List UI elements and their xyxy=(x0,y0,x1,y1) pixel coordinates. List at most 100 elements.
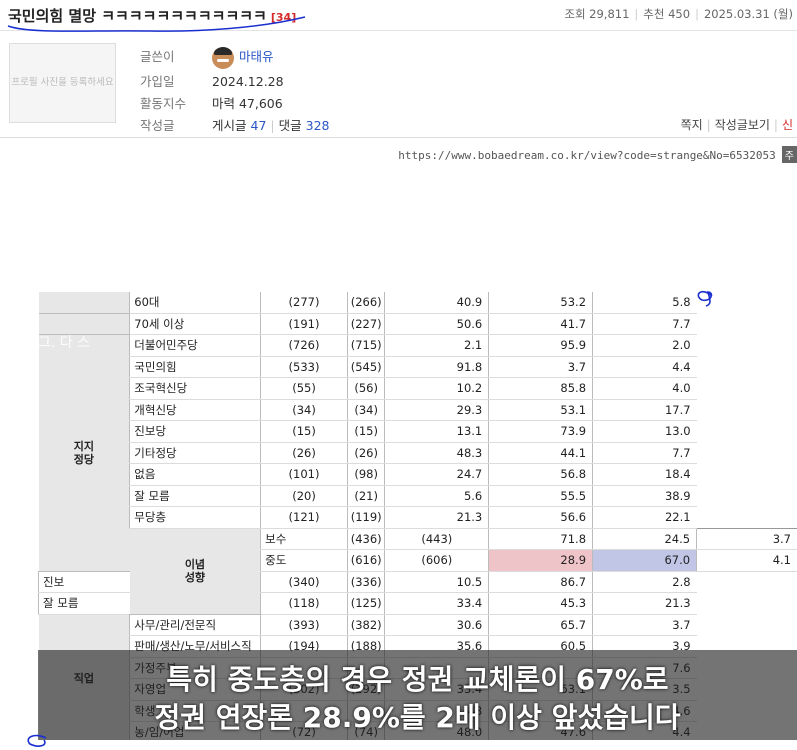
view-posts-link[interactable]: 작성글보기 xyxy=(715,118,770,132)
value-extend: 30.6 xyxy=(384,613,489,636)
sample-size-adjusted: (382) xyxy=(346,613,385,636)
value-unknown: 13.0 xyxy=(592,420,697,443)
comments-count[interactable]: 328 xyxy=(306,118,330,133)
sample-size-weighted: (726) xyxy=(260,334,348,357)
value-extend: 33.4 xyxy=(384,592,489,615)
activity-value: 마력 47,606 xyxy=(212,96,283,111)
value-change: 55.5 xyxy=(488,485,593,507)
sample-size-adjusted: (715) xyxy=(346,334,385,357)
row-label: 사무/관리/전문직 xyxy=(129,613,261,636)
value-extend: 71.8 xyxy=(488,527,593,550)
comments-prefix: 댓글 xyxy=(278,118,302,133)
joined-row: 가입일 2024.12.28 xyxy=(140,71,284,90)
avatar-icon[interactable] xyxy=(212,46,234,69)
row-label: 더불어민주당 xyxy=(129,334,261,357)
sample-size-adjusted: (34) xyxy=(346,399,385,421)
value-unknown: 38.9 xyxy=(592,485,697,507)
table-row: 국민의힘 (533) (545) 91.8 3.7 4.4 xyxy=(39,356,797,378)
posts-label: 작성글 xyxy=(140,118,175,133)
poll-table-image: 60대 (277) (266) 40.9 53.2 5.8 70세 이상 (191) (227)… xyxy=(38,292,797,740)
row-label: 60대 xyxy=(129,292,261,314)
sample-size-weighted: (26) xyxy=(260,442,348,464)
copy-url-button[interactable]: 주 xyxy=(781,146,797,163)
value-extend: 29.3 xyxy=(384,399,489,421)
sample-size-adjusted: (21) xyxy=(346,485,385,507)
value-change: 44.1 xyxy=(488,442,593,464)
sample-size-adjusted: (266) xyxy=(346,292,385,314)
sample-size-weighted: (34) xyxy=(260,399,348,421)
joined-date: 2024.12.28 xyxy=(212,74,284,89)
value-extend: 13.1 xyxy=(384,420,489,443)
posts-prefix: 게시글 xyxy=(212,118,247,133)
value-change: 45.3 xyxy=(488,592,593,615)
sample-size-weighted: (191) xyxy=(260,313,348,335)
sample-size-weighted: (533) xyxy=(260,356,348,378)
value-change: 41.7 xyxy=(488,313,593,335)
value-change: 95.9 xyxy=(488,334,593,357)
sample-size-adjusted: (336) xyxy=(346,571,385,593)
comment-count[interactable]: [34] xyxy=(271,11,296,24)
sample-size-weighted: (118) xyxy=(260,592,348,615)
sample-size-weighted: (616) xyxy=(346,549,385,572)
group-label: 이념 성향 xyxy=(129,527,261,615)
group-label-empty xyxy=(38,292,130,314)
table-row: 잘 모름 (20) (21) 5.6 55.5 38.9 xyxy=(39,485,797,507)
sample-size-adjusted: (15) xyxy=(346,420,385,443)
value-unknown: 3.7 xyxy=(696,527,797,550)
report-link[interactable]: 신 xyxy=(782,118,793,132)
value-unknown: 22.1 xyxy=(592,506,697,529)
value-unknown: 2.8 xyxy=(592,571,697,593)
view-count: 조회 29,811 xyxy=(564,7,630,21)
author-nickname[interactable]: 마태유 xyxy=(239,49,274,64)
row-label: 없음 xyxy=(129,463,261,486)
message-link[interactable]: 쪽지 xyxy=(681,118,703,132)
value-unknown: 4.1 xyxy=(696,549,797,572)
table-row: 70세 이상 (191) (227) 50.6 41.7 7.7 xyxy=(38,313,797,335)
row-label: 진보 xyxy=(38,571,130,593)
caption-ghost-right: 대 xyxy=(778,335,791,351)
value-change: 65.7 xyxy=(488,613,593,636)
sample-size-weighted: (15) xyxy=(260,420,348,443)
value-unknown: 3.7 xyxy=(592,613,697,636)
post-url[interactable]: https://www.bobaedream.co.kr/view?code=s… xyxy=(398,149,776,162)
value-change: 56.8 xyxy=(488,463,593,486)
value-unknown: 18.4 xyxy=(592,463,697,486)
row-label: 보수 xyxy=(260,527,348,550)
value-extend: 24.7 xyxy=(384,463,489,486)
recommend-count: 추천 450 xyxy=(643,7,691,21)
value-change: 53.2 xyxy=(488,292,593,314)
value-extend: 91.8 xyxy=(384,356,489,378)
value-change: 53.1 xyxy=(488,399,593,421)
value-change: 56.6 xyxy=(488,506,593,529)
sample-size-adjusted: (443) xyxy=(384,527,489,550)
caption-line-1: 특히 중도층의 경우 정권 교체론이 67%로 xyxy=(166,663,669,696)
posts-count[interactable]: 47 xyxy=(251,118,267,133)
row-label: 조국혁신당 xyxy=(129,377,261,400)
post-title: 국민의힘 멸망 ㅋㅋㅋㅋㅋㅋㅋㅋㅋㅋㅋㅋ [34] xyxy=(8,5,296,26)
sample-size-weighted: (277) xyxy=(260,292,348,314)
value-unknown: 4.0 xyxy=(592,377,697,400)
sample-size-weighted: (20) xyxy=(260,485,348,507)
author-profile: 프로필 사진을 등록하세요 글쓴이 마태유 가입일 2024.12.28 활동지수 마… xyxy=(0,31,797,138)
value-unknown: 4.4 xyxy=(592,356,697,378)
table-row: 무당층 (121) (119) 21.3 56.6 22.1 xyxy=(39,506,797,529)
sample-size-weighted: (393) xyxy=(260,613,348,636)
table-row: 개혁신당 (34) (34) 29.3 53.1 17.7 xyxy=(39,399,797,421)
value-change: 3.7 xyxy=(488,356,593,378)
sample-size-adjusted: (125) xyxy=(346,592,385,615)
value-extend: 5.6 xyxy=(384,485,489,507)
value-unknown: 7.7 xyxy=(592,313,697,335)
value-extend: 40.9 xyxy=(384,292,489,314)
table-row: 이념 성향 보수 (436) (443) 71.8 24.5 3.7 xyxy=(39,527,797,615)
sample-size-adjusted: (26) xyxy=(346,442,385,464)
value-extend: 10.2 xyxy=(384,377,489,400)
post-url-row: https://www.bobaedream.co.kr/view?code=s… xyxy=(398,146,797,163)
sample-size-weighted: (121) xyxy=(260,506,348,529)
table-row: 직업사무/관리/전문직(393)(382)30.665.73.7 xyxy=(38,613,797,740)
value-extend: 50.6 xyxy=(384,313,489,335)
sample-size-weighted: (340) xyxy=(260,571,348,593)
sample-size-weighted: (101) xyxy=(260,463,348,486)
value-unknown: 2.0 xyxy=(592,334,697,357)
row-label: 기타정당 xyxy=(129,442,261,464)
post-title-bar: 국민의힘 멸망 ㅋㅋㅋㅋㅋㅋㅋㅋㅋㅋㅋㅋ [34] 조회 29,811 | 추천 45… xyxy=(0,0,797,31)
